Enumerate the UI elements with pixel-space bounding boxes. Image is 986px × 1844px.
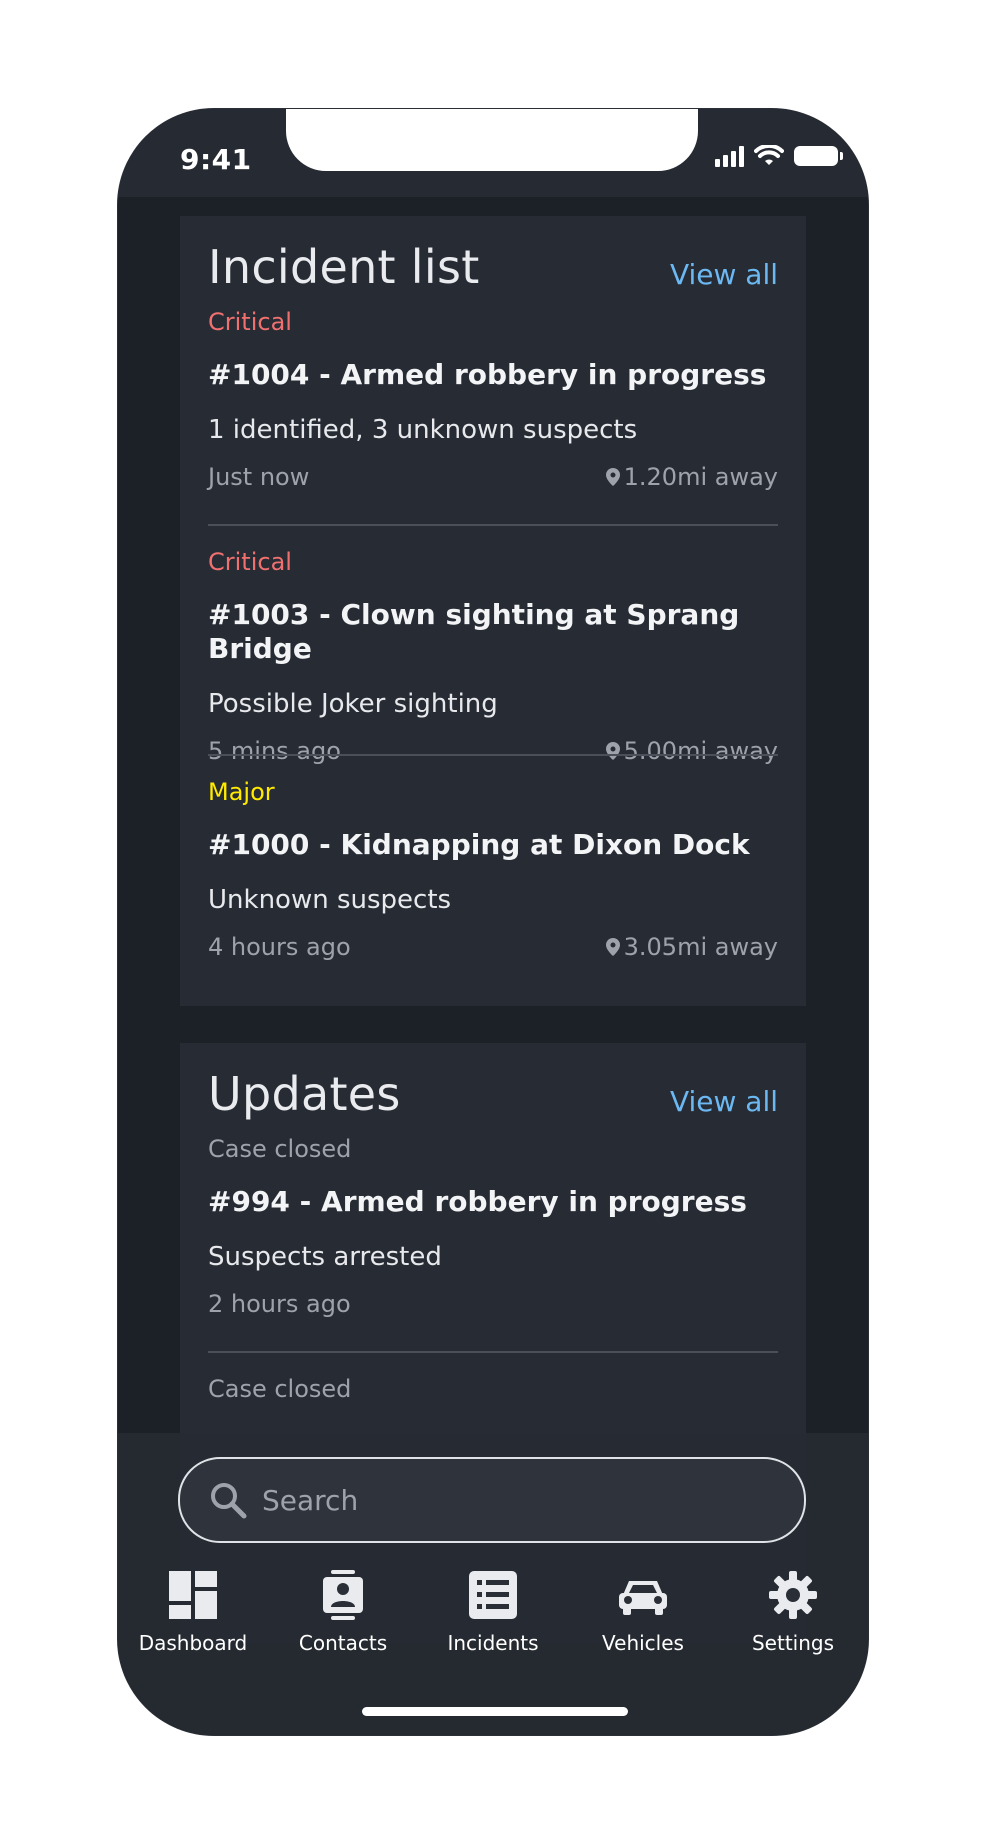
update-item-994[interactable]: Case closed #994 - Armed robbery in prog… [208, 1123, 778, 1353]
update-meta: 2 hours ago [208, 1289, 778, 1319]
tab-label: Dashboard [138, 1631, 248, 1655]
incident-list-view-all-link[interactable]: View all [670, 258, 778, 291]
severity-label: Critical [208, 548, 292, 576]
wifi-icon [754, 145, 784, 165]
search-icon [211, 1483, 247, 1519]
incident-list-header: Incident list View all [180, 216, 806, 296]
home-indicator [362, 1707, 628, 1716]
incident-meta: 4 hours ago 3.05mi away [208, 932, 778, 962]
phone-frame: 9:41 Incident list View all Critical #10… [118, 109, 868, 1735]
update-time: 2 hours ago [208, 1290, 351, 1318]
incident-time: Just now [208, 463, 310, 491]
tab-label: Vehicles [602, 1631, 684, 1655]
distance-text: 1.20mi away [623, 463, 778, 491]
car-icon [619, 1581, 667, 1615]
incident-description: Unknown suspects [208, 885, 452, 915]
dashboard-icon [169, 1571, 217, 1619]
tab-incidents[interactable]: Incidents [418, 1569, 568, 1669]
status-icons [715, 145, 843, 167]
tab-contacts[interactable]: Contacts [268, 1569, 418, 1669]
tab-label: Contacts [298, 1631, 388, 1655]
incident-item-1004[interactable]: Critical #1004 - Armed robbery in progre… [208, 296, 778, 526]
severity-label: Major [208, 778, 275, 806]
incident-distance: 3.05mi away [605, 932, 778, 962]
updates-header: Updates View all [180, 1043, 806, 1123]
search-input[interactable] [260, 1479, 784, 1521]
incident-title: #1000 - Kidnapping at Dixon Dock [208, 828, 750, 861]
tab-vehicles[interactable]: Vehicles [568, 1569, 718, 1669]
incident-item-1000[interactable]: Major #1000 - Kidnapping at Dixon Dock U… [208, 756, 778, 1006]
bottom-panel: Dashboard Contacts In [118, 1433, 868, 1735]
notch [286, 109, 698, 171]
incident-list-title: Incident list [208, 240, 480, 294]
battery-icon [794, 146, 843, 166]
incident-title: #1004 - Armed robbery in progress [208, 358, 767, 391]
incident-title: #1003 - Clown sighting at Sprang Bridge [208, 598, 740, 665]
tab-label: Incidents [447, 1631, 539, 1655]
incident-list-card: Incident list View all Critical #1004 - … [180, 216, 806, 1006]
search-bar[interactable] [178, 1457, 806, 1543]
update-description: Suspects arrested [208, 1242, 442, 1272]
updates-view-all-link[interactable]: View all [670, 1085, 778, 1118]
tab-bar: Dashboard Contacts Incidents Vehicles Se… [118, 1569, 868, 1669]
incident-item-1003[interactable]: Critical #1003 - Clown sighting at Spran… [208, 526, 778, 765]
status-time: 9:41 [180, 143, 252, 176]
location-pin-icon [605, 938, 620, 956]
update-status-label: Case closed [208, 1375, 352, 1403]
contacts-icon [323, 1570, 363, 1620]
tab-settings[interactable]: Settings [718, 1569, 868, 1669]
incidents-icon [469, 1571, 517, 1619]
tab-label: Settings [751, 1631, 835, 1655]
update-title: #994 - Armed robbery in progress [208, 1185, 747, 1218]
severity-label: Critical [208, 308, 292, 336]
updates-title: Updates [208, 1067, 401, 1121]
incident-distance: 1.20mi away [605, 462, 778, 492]
incident-meta: Just now 1.20mi away [208, 462, 778, 492]
gear-icon [769, 1571, 817, 1619]
distance-text: 3.05mi away [623, 933, 778, 961]
update-status-label: Case closed [208, 1135, 352, 1163]
incident-time: 4 hours ago [208, 933, 351, 961]
status-bar: 9:41 [118, 109, 868, 197]
update-item[interactable]: Case closed [208, 1353, 778, 1403]
tab-dashboard[interactable]: Dashboard [118, 1569, 268, 1669]
location-pin-icon [605, 468, 620, 486]
signal-icon [715, 145, 744, 167]
incident-description: 1 identified, 3 unknown suspects [208, 415, 638, 445]
incident-description: Possible Joker sighting [208, 689, 498, 719]
